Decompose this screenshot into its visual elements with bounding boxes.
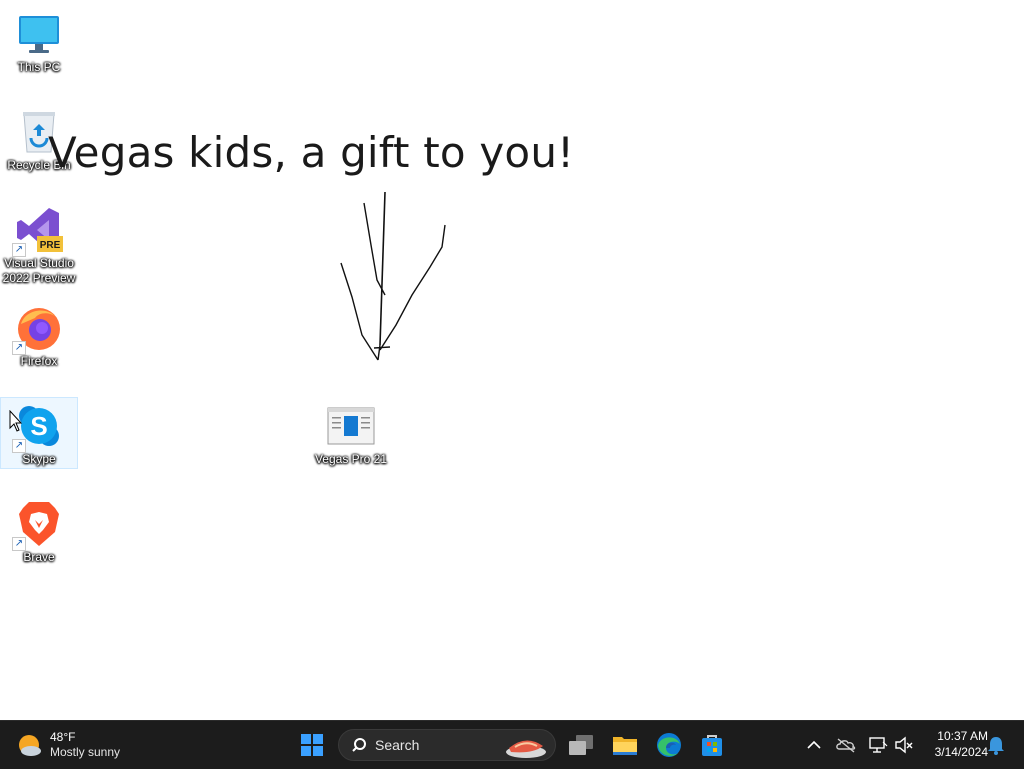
search-label: Search <box>375 737 420 753</box>
visual-studio-icon: PRE ↗ <box>12 206 63 257</box>
file-explorer-button[interactable] <box>605 725 645 765</box>
search-highlight-icon <box>506 740 546 758</box>
brave-shortcut[interactable]: ↗ Brave <box>1 496 77 566</box>
task-view-icon <box>569 735 593 755</box>
network-button[interactable] <box>866 733 890 757</box>
volume-button[interactable] <box>892 733 916 757</box>
onedrive-icon <box>836 738 856 753</box>
icon-label: Skype <box>22 452 56 466</box>
edge-button[interactable] <box>649 725 689 765</box>
mouse-cursor-icon <box>9 410 23 432</box>
hand-drawn-arrow <box>340 191 446 361</box>
file-explorer-icon <box>613 737 637 755</box>
icon-label: Brave <box>23 550 55 564</box>
shortcut-arrow-icon: ↗ <box>12 243 26 257</box>
volume-muted-icon <box>895 736 913 754</box>
clock[interactable]: 10:37 AM 3/14/2024 <box>920 728 988 760</box>
monitor-icon <box>15 10 63 58</box>
microsoft-store-icon <box>702 735 722 756</box>
microsoft-store-button[interactable] <box>692 725 732 765</box>
clock-date: 3/14/2024 <box>934 745 988 759</box>
shortcut-arrow-icon: ↗ <box>12 537 26 551</box>
firefox-icon: ↗ <box>12 304 63 355</box>
weather-widget[interactable]: 48°F Mostly sunny <box>16 725 120 765</box>
icon-label: Vegas Pro 21 <box>314 452 388 466</box>
taskbar-search-box[interactable]: Search <box>338 729 556 761</box>
preview-badge: PRE <box>40 240 61 251</box>
wallpaper-text: Vegas kids, a gift to you! <box>48 128 575 177</box>
start-button[interactable] <box>292 725 332 765</box>
firefox-shortcut[interactable]: ↗ Firefox <box>1 300 77 370</box>
taskbar: 48°F Mostly sunny Search 10:37 AM 3/14/2… <box>0 720 1024 769</box>
edge-icon <box>657 733 681 757</box>
shortcut-arrow-icon: ↗ <box>12 439 26 453</box>
network-icon <box>869 737 888 753</box>
icon-label: This PC <box>17 60 61 74</box>
partly-sunny-icon <box>19 735 41 756</box>
notification-center-button[interactable] <box>984 733 1008 757</box>
visual-studio-shortcut[interactable]: PRE ↗ Visual Studio 2022 Preview <box>1 202 77 288</box>
show-hidden-icons-button[interactable] <box>802 733 826 757</box>
clock-time: 10:37 AM <box>937 729 988 743</box>
search-icon <box>352 738 366 752</box>
vegas-pro-shortcut[interactable]: Vegas Pro 21 <box>313 398 389 468</box>
windows-start-icon <box>301 734 323 756</box>
brave-icon: ↗ <box>12 500 63 551</box>
weather-condition: Mostly sunny <box>50 745 121 759</box>
task-view-button[interactable] <box>561 725 601 765</box>
chevron-up-icon <box>807 740 821 749</box>
notification-bell-icon <box>988 737 1004 755</box>
weather-temperature: 48°F <box>50 730 76 744</box>
this-pc-shortcut[interactable]: This PC <box>1 6 77 76</box>
application-window-icon <box>327 402 375 450</box>
icon-label: Visual Studio 2022 Preview <box>2 256 76 285</box>
svg-text:S: S <box>30 411 47 441</box>
shortcut-arrow-icon: ↗ <box>12 341 26 355</box>
desktop[interactable]: This PC Recycle Bin PRE ↗ Visual Studio … <box>0 0 1024 720</box>
icon-label: Firefox <box>20 354 58 368</box>
onedrive-button[interactable] <box>834 733 858 757</box>
skype-shortcut[interactable]: S ↗ Skype <box>0 397 78 469</box>
